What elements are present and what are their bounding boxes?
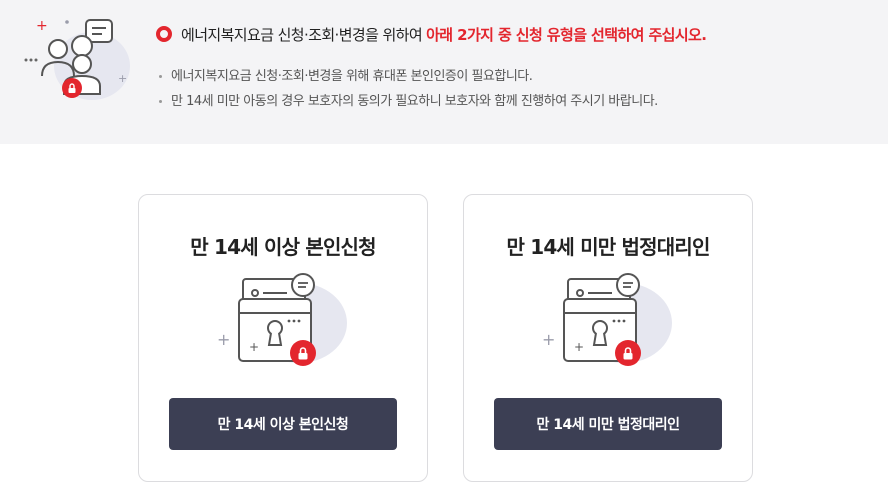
- svg-text:+: +: [217, 330, 230, 349]
- ring-icon: [156, 26, 172, 42]
- document-lock-icon: + +: [542, 273, 672, 366]
- svg-text:+: +: [118, 72, 127, 85]
- card-title: 만 14세 미만 법정대리인: [506, 235, 710, 259]
- card-title: 만 14세 이상 본인신청: [190, 235, 376, 259]
- self-apply-button[interactable]: 만 14세 이상 본인신청: [169, 398, 397, 450]
- svg-text:+: +: [36, 18, 48, 34]
- notice-banner: + + 에너지복지요금 신청·조회·변경을 위하여 아래 2가지 중 신청 유형…: [0, 0, 888, 144]
- notice-list: 에너지복지요금 신청·조회·변경을 위해 휴대폰 본인인증이 필요합니다. 만 …: [158, 64, 658, 114]
- notice-title-text: 에너지복지요금 신청·조회·변경을 위하여: [181, 25, 423, 44]
- guardian-apply-button[interactable]: 만 14세 미만 법정대리인: [494, 398, 722, 450]
- user-verification-icon: + +: [24, 18, 130, 100]
- notice-bullet: 에너지복지요금 신청·조회·변경을 위해 휴대폰 본인인증이 필요합니다.: [158, 64, 658, 89]
- option-card-self: 만 14세 이상 본인신청 + + 만 14세 이상 본인신청: [138, 194, 428, 482]
- svg-text:+: +: [249, 340, 259, 354]
- notice-title: 에너지복지요금 신청·조회·변경을 위하여 아래 2가지 중 신청 유형을 선택…: [156, 22, 707, 46]
- svg-text:+: +: [574, 340, 584, 354]
- svg-text:+: +: [542, 330, 555, 349]
- option-card-guardian: 만 14세 미만 법정대리인 + + 만 14세 미만 법정대리인: [463, 194, 753, 482]
- document-lock-icon: + +: [217, 273, 347, 366]
- notice-bullet: 만 14세 미만 아동의 경우 보호자의 동의가 필요하니 보호자와 함께 진행…: [158, 89, 658, 114]
- notice-title-highlight: 아래 2가지 중 신청 유형을 선택하여 주십시오.: [426, 25, 707, 44]
